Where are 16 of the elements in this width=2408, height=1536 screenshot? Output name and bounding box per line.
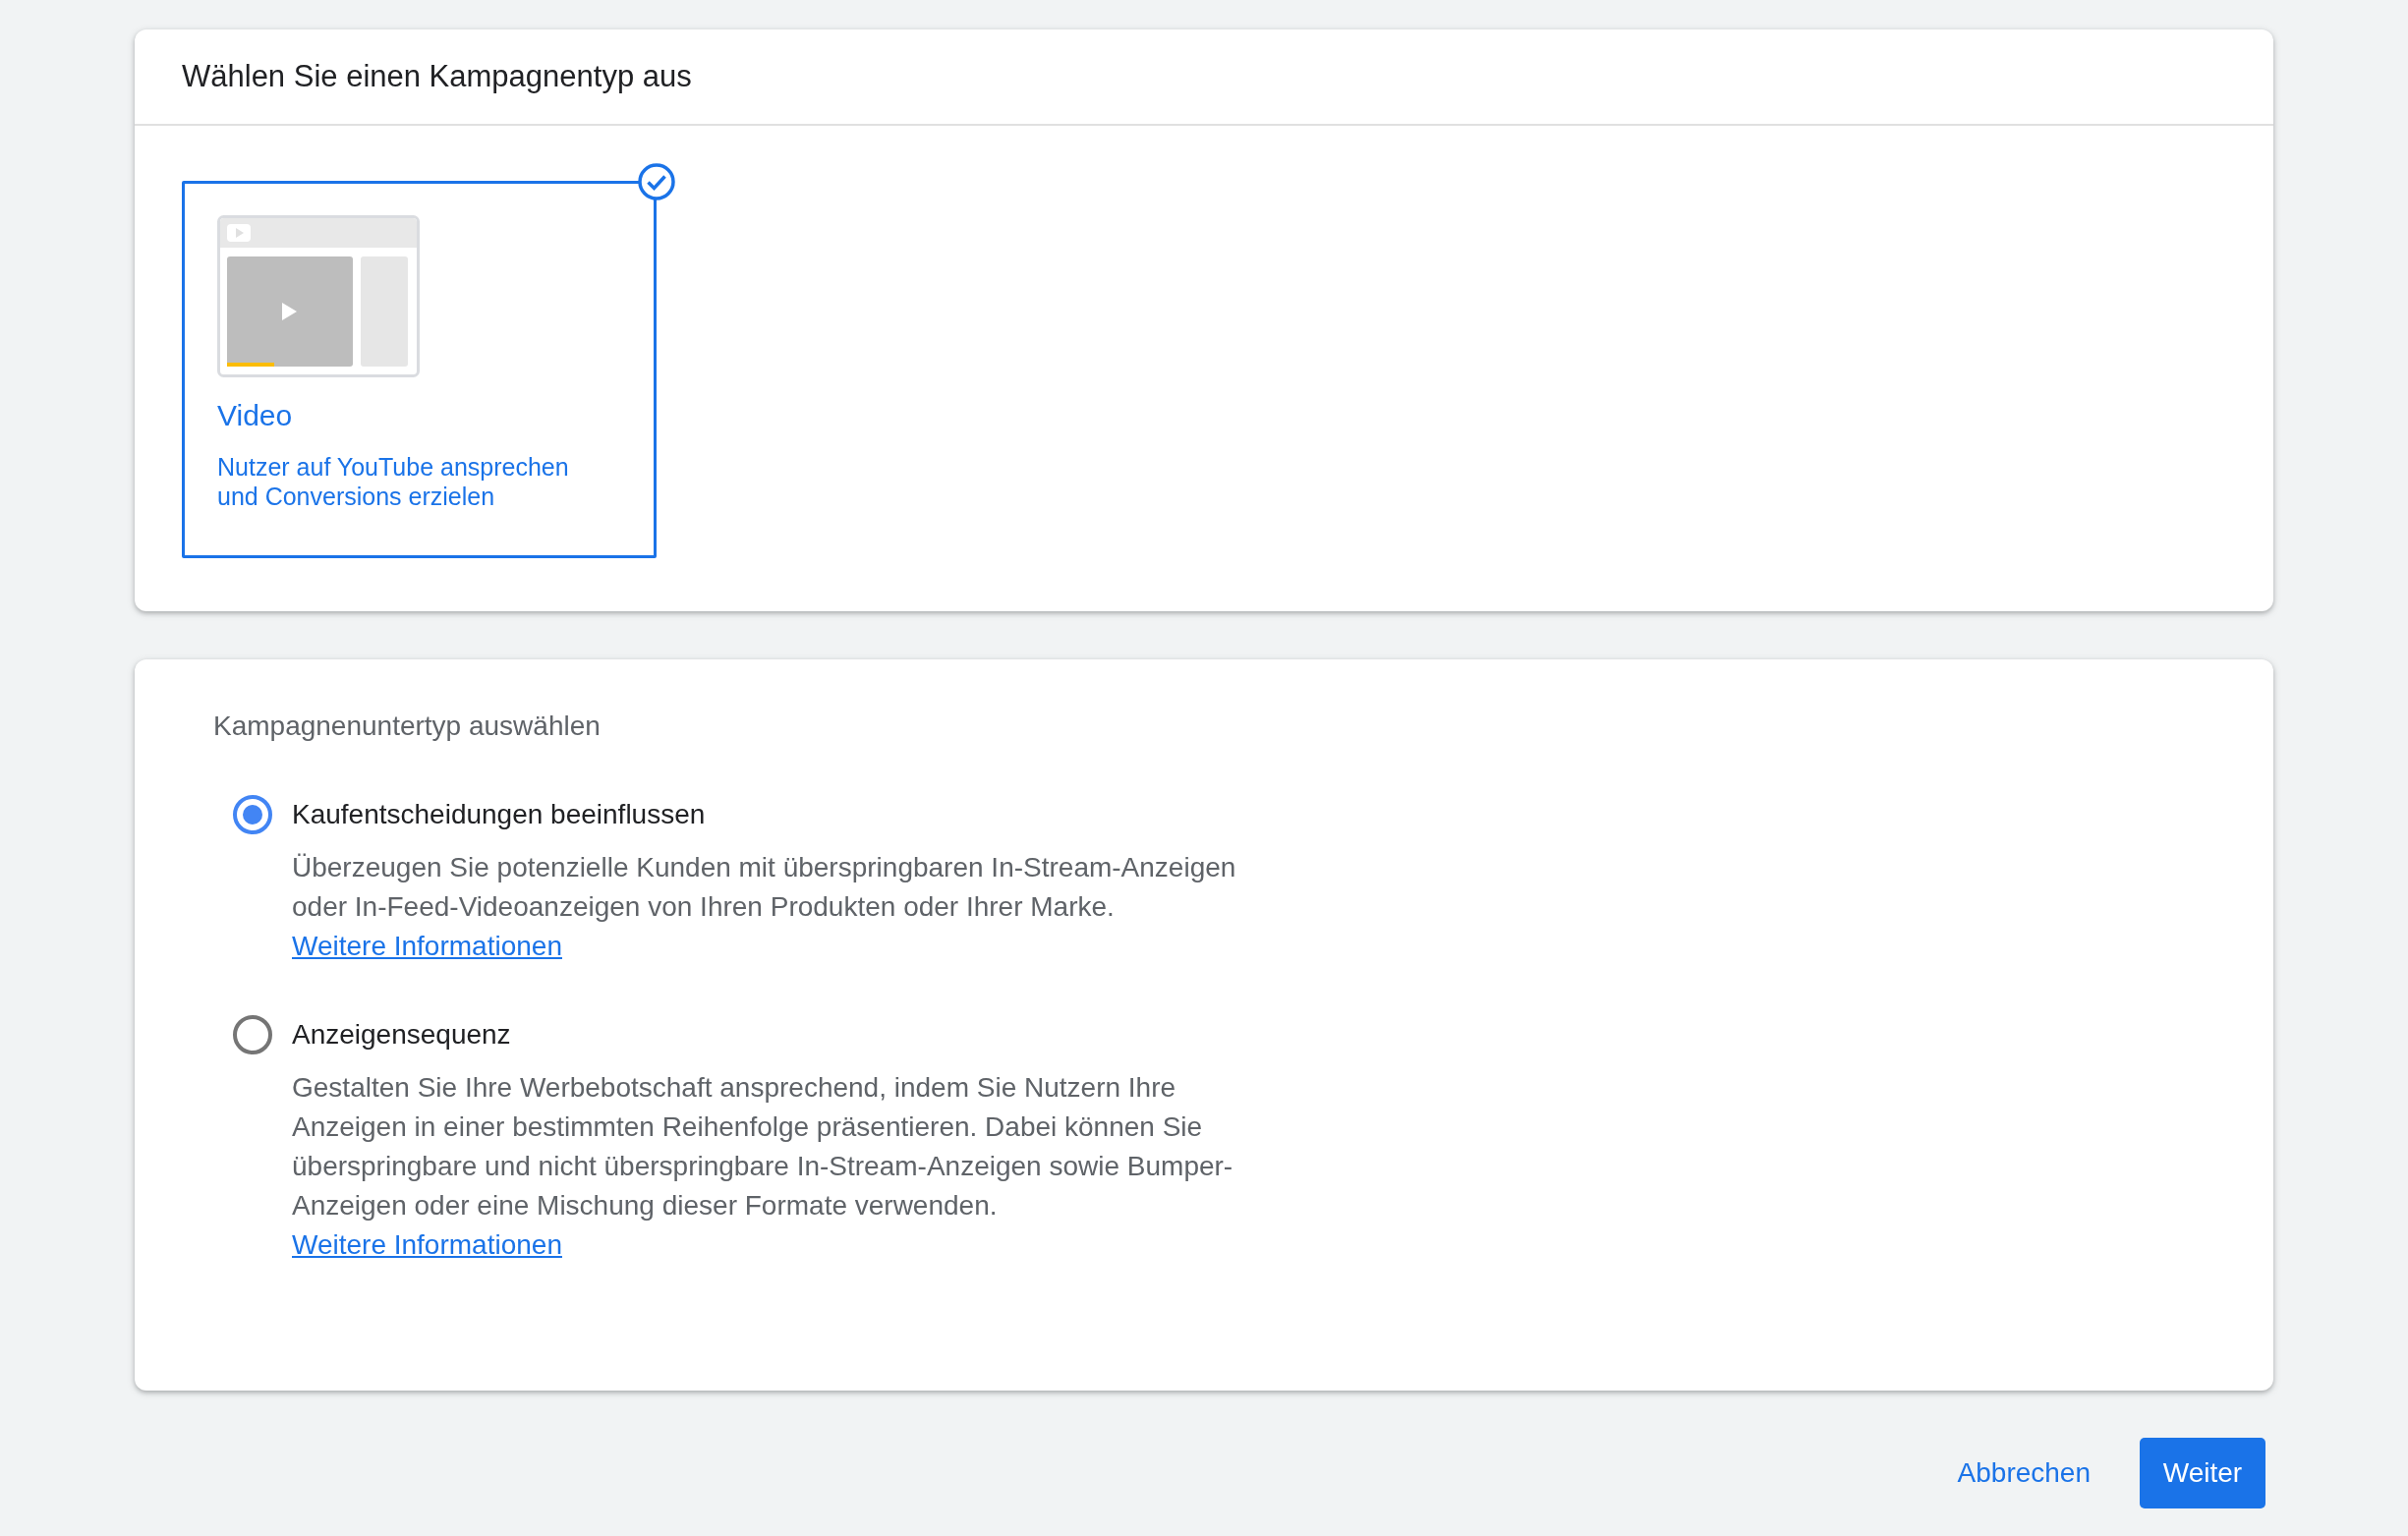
radio-button[interactable] bbox=[233, 795, 272, 834]
option-description: Gestalten Sie Ihre Werbebotschaft ansprechend, indem Sie Nutzern Ihre Anzeigen in einer bestimmten Reihenfolge präsentieren. Dabei können Sie überspringbare und nicht überspringbare In-Stream-Anzeigen sowie Bumper-Anzeigen oder eine Mischung dieser Formate verwenden. Weitere Informationen bbox=[292, 1071, 1234, 1262]
learn-more-link[interactable]: Weitere Informationen bbox=[292, 1229, 562, 1260]
option-label: Kaufentscheidungen beeinflussen bbox=[292, 799, 706, 830]
section-heading: Kampagnenuntertyp auswählen bbox=[213, 711, 602, 742]
card-title: Wählen Sie einen Kampagnentyp aus bbox=[182, 59, 692, 94]
campaign-type-tile[interactable]: Video Nutzer auf YouTube ansprechen und Conversions erzielen bbox=[182, 181, 657, 558]
learn-more-link[interactable]: Weitere Informationen bbox=[292, 931, 562, 961]
check-circle-icon bbox=[637, 162, 676, 201]
option-description: Überzeugen Sie potenzielle Kunden mit überspringbaren In-Stream-Anzeigen oder In-Feed-Videoanzeigen von Ihren Produkten oder Ihrer Marke. Weitere Informationen bbox=[292, 851, 1237, 963]
next-button[interactable]: Weiter bbox=[2140, 1438, 2265, 1508]
tile-description: Nutzer auf YouTube ansprechen und Conversions erzielen bbox=[217, 452, 570, 511]
cancel-button[interactable]: Abbrechen bbox=[1937, 1438, 2110, 1508]
option-label: Anzeigensequenz bbox=[292, 1019, 511, 1051]
radio-button[interactable] bbox=[233, 1015, 272, 1054]
tile-title: Video bbox=[217, 399, 294, 432]
